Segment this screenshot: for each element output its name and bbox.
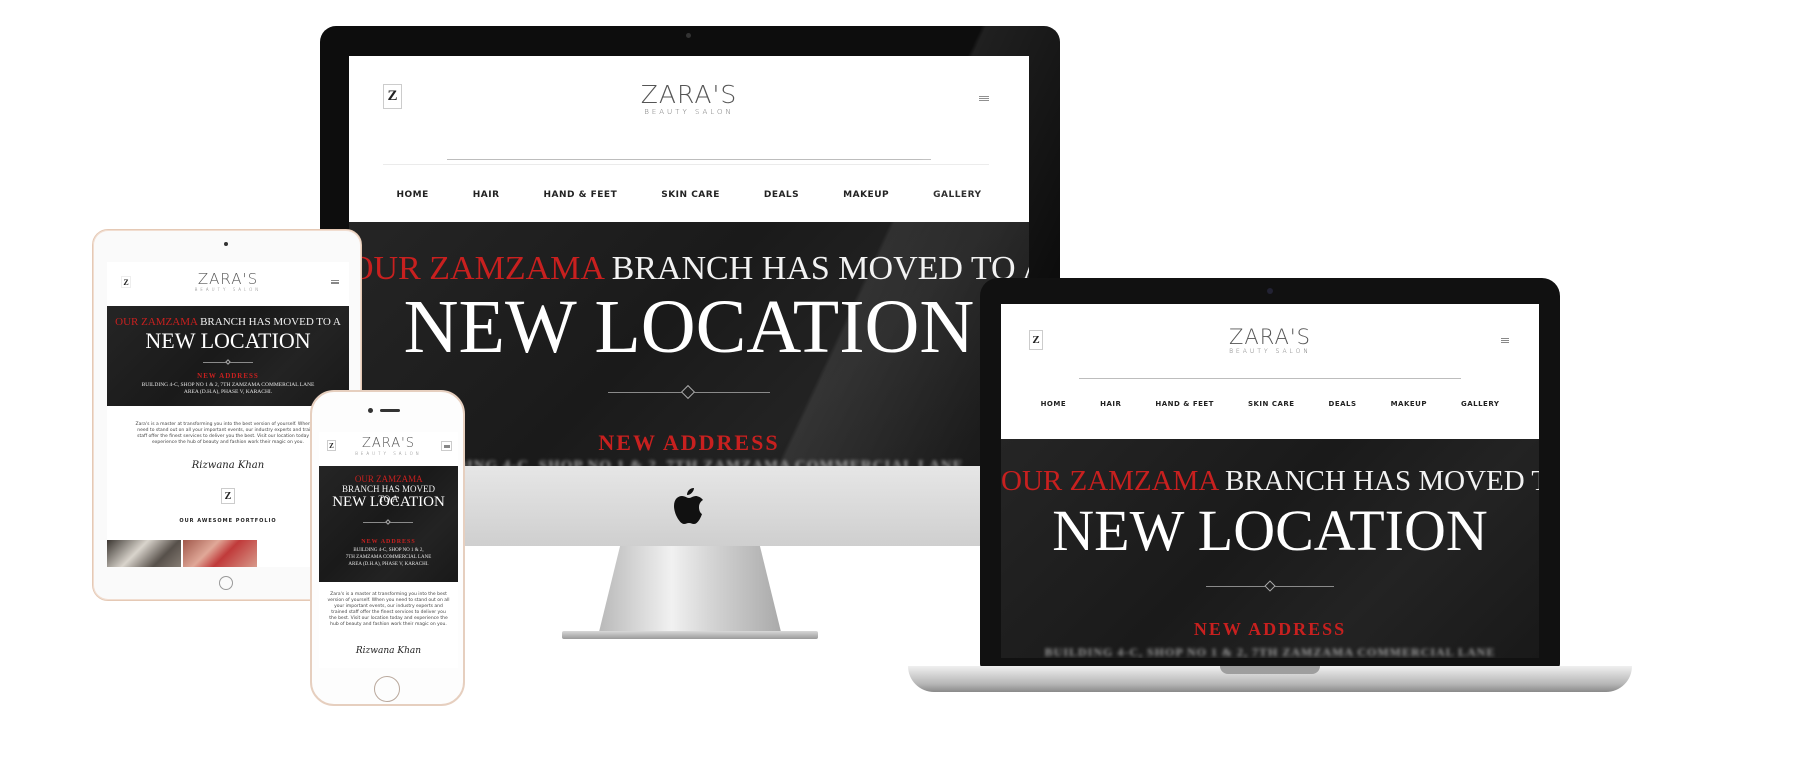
brand-name: ZARA'S (640, 80, 738, 109)
portfolio-image-1[interactable] (107, 540, 181, 567)
iphone-home-button[interactable] (374, 676, 400, 702)
about-text: Zara's is a master at transforming you i… (135, 422, 321, 445)
iphone-mockup: Z ZARA'S BEAUTY SALON OUR ZAMZAMA BRANCH… (310, 390, 465, 706)
brand-logo[interactable]: ZARA'S BEAUTY SALON (319, 436, 458, 457)
hero-title: NEW LOCATION (1052, 498, 1488, 563)
nav-gallery[interactable]: GALLERY (933, 190, 981, 200)
nav-deals[interactable]: DEALS (764, 190, 799, 200)
address-title: NEW ADDRESS (1193, 619, 1347, 639)
ipad-camera (224, 242, 228, 246)
portfolio-image-2[interactable] (183, 540, 257, 567)
site-header: Z ZARA'S BEAUTY SALON HOME HAIR HAND & F… (1001, 304, 1539, 439)
brand-logo[interactable]: ZARA'S BEAUTY SALON (107, 271, 349, 292)
address-title: NEW ADDRESS (361, 539, 416, 545)
brand-logo[interactable]: ZARA'S BEAUTY SALON (349, 82, 1029, 117)
hero-headline: OUR ZAMZAMA BRANCH HAS MOVED TO A (107, 316, 349, 328)
address-text: BUILDING 4-C, SHOP NO 1 & 2, 7TH ZAMZAMA… (319, 547, 458, 568)
brand-subtitle: BEAUTY SALON (194, 287, 262, 292)
ornament-diamond-icon (680, 384, 696, 400)
main-nav: HOME HAIR HAND & FEET SKIN CARE DEALS MA… (1001, 400, 1539, 408)
nav-home[interactable]: HOME (396, 190, 428, 200)
headline-highlight: OUR ZAMZAMA (349, 250, 604, 287)
site-header: Z ZARA'S BEAUTY SALON (107, 262, 349, 306)
address-line-1: BUILDING 4-C, SHOP NO 1 & 2, (353, 548, 424, 553)
nav-deals[interactable]: DEALS (1329, 400, 1357, 408)
hamburger-menu-icon[interactable] (331, 280, 339, 284)
signature: Rizwana Khan (355, 646, 422, 656)
nav-gallery[interactable]: GALLERY (1461, 400, 1499, 408)
headline-rest: BRANCH HAS MOVED TO A (611, 250, 1029, 287)
iphone-screen: Z ZARA'S BEAUTY SALON OUR ZAMZAMA BRANCH… (319, 432, 458, 668)
hero-banner: OUR ZAMZAMA BRANCH HAS MOVED TO A NEW LO… (1001, 439, 1539, 658)
address-line-3: AREA (D.H.A), PHASE V, KARACHI. (348, 562, 429, 567)
iphone-camera (368, 408, 373, 413)
address-line-1: BUILDING 4-C, SHOP NO 1 & 2, 7TH ZAMZAMA… (141, 382, 315, 388)
hamburger-menu-icon[interactable] (979, 96, 989, 101)
header-divider (1079, 378, 1461, 379)
headline-highlight: OUR ZAMZAMA (354, 474, 423, 484)
address-preview: BUILDING 4-C, SHOP NO 1 & 2, 7TH ZAMZAMA… (1044, 645, 1496, 658)
macbook-lid: Z ZARA'S BEAUTY SALON HOME HAIR HAND & F… (980, 278, 1560, 668)
nav-hand-feet[interactable]: HAND & FEET (1155, 400, 1214, 408)
nav-home[interactable]: HOME (1041, 400, 1067, 408)
hero-title: NEW LOCATION (403, 285, 975, 369)
nav-hair[interactable]: HAIR (473, 190, 500, 200)
nav-makeup[interactable]: MAKEUP (1391, 400, 1427, 408)
address-line-2: 7TH ZAMZAMA COMMERCIAL LANE (345, 555, 432, 560)
nav-skin-care[interactable]: SKIN CARE (1248, 400, 1295, 408)
hamburger-menu-icon (444, 445, 450, 448)
macbook-camera (1267, 288, 1273, 294)
headline-rest: BRANCH HAS MOVED TO A (200, 316, 341, 328)
nav-makeup[interactable]: MAKEUP (843, 190, 889, 200)
brand-subtitle: BEAUTY SALON (355, 451, 422, 456)
main-nav: HOME HAIR HAND & FEET SKIN CARE DEALS MA… (349, 190, 1029, 200)
iphone-speaker (380, 409, 400, 412)
imac-base (562, 631, 818, 639)
header-divider-thin (383, 164, 989, 165)
ipad-home-button[interactable] (219, 576, 233, 590)
address-title: NEW ADDRESS (197, 372, 259, 380)
brand-name: ZARA'S (197, 270, 259, 288)
brand-subtitle: BEAUTY SALON (644, 108, 734, 116)
footer-logo-icon: Z (221, 488, 235, 504)
nav-hand-feet[interactable]: HAND & FEET (544, 190, 618, 200)
hero-banner: OUR ZAMZAMA BRANCH HAS MOVED TO A NEW LO… (319, 466, 458, 582)
macbook-mockup: Z ZARA'S BEAUTY SALON HOME HAIR HAND & F… (908, 278, 1632, 698)
site-header: Z ZARA'S BEAUTY SALON (319, 432, 458, 466)
hamburger-menu-button[interactable] (441, 441, 452, 451)
headline-rest: BRANCH HAS MOVED TO A (1224, 465, 1539, 497)
headline-highlight: OUR ZAMZAMA (1001, 465, 1218, 497)
nav-hair[interactable]: HAIR (1100, 400, 1121, 408)
brand-subtitle: BEAUTY SALON (1229, 348, 1311, 355)
header-divider (447, 159, 931, 160)
hero-title: NEW LOCATION (332, 494, 445, 510)
macbook-notch (1220, 666, 1320, 674)
ornament-diamond-icon (1264, 580, 1276, 592)
macbook-screen: Z ZARA'S BEAUTY SALON HOME HAIR HAND & F… (1001, 304, 1539, 658)
hamburger-menu-icon[interactable] (1501, 338, 1509, 343)
hero-title: NEW LOCATION (145, 328, 311, 353)
hero-headline: OUR ZAMZAMA BRANCH HAS MOVED TO A (349, 250, 1029, 288)
nav-skin-care[interactable]: SKIN CARE (661, 190, 720, 200)
headline-highlight: OUR ZAMZAMA (115, 316, 198, 328)
ornament-diamond-icon (225, 359, 231, 365)
hero-headline: OUR ZAMZAMA BRANCH HAS MOVED TO A (1001, 465, 1539, 498)
apple-logo-icon (674, 488, 703, 524)
iphone-body: Z ZARA'S BEAUTY SALON OUR ZAMZAMA BRANCH… (310, 390, 465, 706)
brand-name: ZARA'S (361, 436, 416, 451)
site-header: Z ZARA'S BEAUTY SALON HOME HAIR HAND & F… (349, 56, 1029, 222)
ornament-diamond-icon (385, 519, 391, 525)
brand-logo[interactable]: ZARA'S BEAUTY SALON (1001, 326, 1539, 356)
about-text: Zara's is a master at transforming you i… (327, 592, 450, 627)
imac-camera (686, 33, 691, 38)
imac-stand (598, 546, 782, 636)
brand-name: ZARA'S (1229, 325, 1311, 349)
